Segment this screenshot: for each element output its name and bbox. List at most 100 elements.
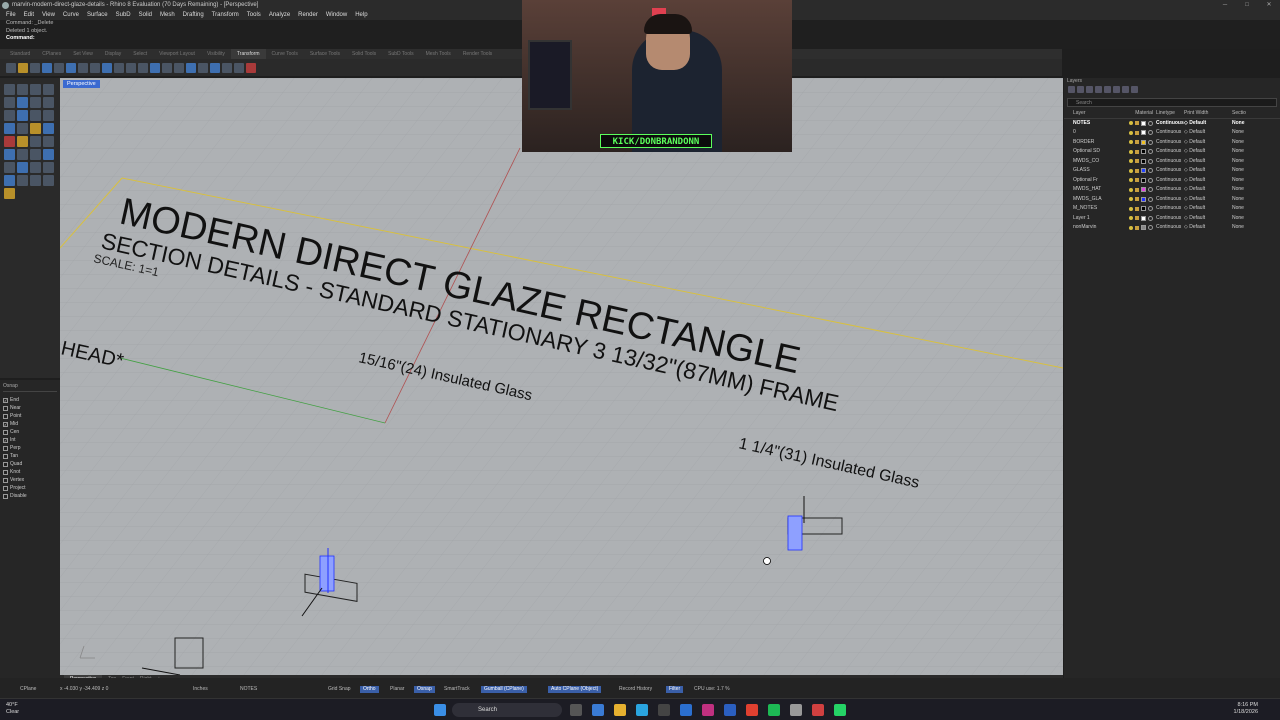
- material-icon[interactable]: [1148, 215, 1153, 221]
- menu-help[interactable]: Help: [355, 11, 367, 20]
- lightbulb-icon[interactable]: [1129, 149, 1133, 154]
- tab-select[interactable]: Select: [127, 49, 153, 59]
- close-icon[interactable]: ✕: [1258, 0, 1280, 11]
- task-view-icon[interactable]: [570, 704, 582, 716]
- file-explorer-icon[interactable]: [614, 704, 626, 716]
- tab-subd-tools[interactable]: SubD Tools: [382, 49, 419, 59]
- layer-color-swatch[interactable]: [1141, 177, 1146, 183]
- layer-name[interactable]: M_NOTES: [1064, 204, 1110, 214]
- layer-section[interactable]: None: [1232, 176, 1280, 186]
- tab-transform[interactable]: Transform: [230, 49, 266, 59]
- project-icon[interactable]: [186, 62, 196, 73]
- curve-icon[interactable]: [43, 84, 54, 95]
- planar-toggle[interactable]: Planar: [390, 686, 404, 693]
- chrome-icon[interactable]: [746, 704, 758, 716]
- tab-surface-tools[interactable]: Surface Tools: [304, 49, 346, 59]
- trim-icon[interactable]: [30, 136, 41, 147]
- lightbulb-icon[interactable]: [1129, 121, 1133, 126]
- new-layer-icon[interactable]: [1068, 86, 1075, 93]
- tab-solid-tools[interactable]: Solid Tools: [346, 49, 382, 59]
- layer-section[interactable]: None: [1232, 214, 1280, 224]
- layer-section[interactable]: None: [1232, 204, 1280, 214]
- osnap-mid[interactable]: ✓ Mid: [3, 420, 57, 428]
- layer-color-swatch[interactable]: [1141, 158, 1146, 164]
- word-icon[interactable]: [724, 704, 736, 716]
- checkbox[interactable]: [3, 445, 8, 451]
- layer-color-swatch[interactable]: [1141, 187, 1146, 193]
- help-icon[interactable]: [1131, 86, 1138, 93]
- gumball-toggle[interactable]: Gumball (CPlane): [481, 686, 527, 693]
- lock-icon[interactable]: [1135, 197, 1139, 202]
- menu-file[interactable]: File: [6, 11, 16, 20]
- new-sublayer-icon[interactable]: [1077, 86, 1084, 93]
- layer-color-swatch[interactable]: [1141, 168, 1146, 174]
- material-icon[interactable]: [1148, 196, 1153, 202]
- lightbulb-icon[interactable]: [1129, 197, 1133, 202]
- tab-viewport-layout[interactable]: Viewport Layout: [153, 49, 201, 59]
- system-clock[interactable]: 8:16 PM 1/18/2026: [1234, 702, 1258, 716]
- viewport-canvas[interactable]: MODERN DIRECT GLAZE RECTANGLE SECTION DE…: [60, 78, 1063, 675]
- arc-icon[interactable]: [30, 97, 41, 108]
- layer-row[interactable]: Layer 1 Continuous ◇ Default None: [1064, 214, 1280, 224]
- lock-icon[interactable]: [1135, 168, 1139, 173]
- freeform-icon[interactable]: [17, 110, 28, 121]
- layer-linetype[interactable]: Continuous: [1156, 128, 1184, 138]
- menu-surface[interactable]: Surface: [87, 11, 108, 20]
- osnap-point[interactable]: Point: [3, 412, 57, 420]
- osnap-project[interactable]: Project: [3, 484, 57, 492]
- layer-row[interactable]: BORDER Continuous ◇ Default None: [1064, 138, 1280, 148]
- units-label[interactable]: Inches: [193, 686, 208, 693]
- checkbox[interactable]: ✓: [3, 437, 8, 443]
- record-history-toggle[interactable]: Record History: [619, 686, 652, 693]
- move-icon[interactable]: [18, 62, 28, 73]
- menu-view[interactable]: View: [42, 11, 55, 20]
- osnap-vertex[interactable]: Vertex: [3, 476, 57, 484]
- osnap-perp[interactable]: Perp: [3, 444, 57, 452]
- rotate-icon[interactable]: [42, 62, 52, 73]
- offset-icon[interactable]: [30, 110, 41, 121]
- menu-analyze[interactable]: Analyze: [269, 11, 290, 20]
- filter-toggle[interactable]: Filter: [666, 686, 684, 693]
- material-icon[interactable]: [1148, 187, 1153, 193]
- layer-color-swatch[interactable]: [1141, 225, 1146, 231]
- grid-snap-toggle[interactable]: Grid Snap: [328, 686, 351, 693]
- group-icon[interactable]: [30, 149, 41, 160]
- layer-row[interactable]: MWDS_HAT Continuous ◇ Default None: [1064, 185, 1280, 195]
- checkbox[interactable]: ✓: [3, 421, 8, 427]
- lock-icon[interactable]: [1135, 225, 1139, 230]
- lock-icon[interactable]: [1135, 130, 1139, 135]
- text-icon[interactable]: [30, 162, 41, 173]
- layers-search-input[interactable]: Search: [1067, 98, 1277, 107]
- obs-icon[interactable]: [812, 704, 824, 716]
- layer-linetype[interactable]: Continuous: [1156, 119, 1184, 129]
- perspective-viewport[interactable]: MODERN DIRECT GLAZE RECTANGLE SECTION DE…: [60, 78, 1063, 675]
- col-section[interactable]: Sectio: [1232, 109, 1280, 118]
- col-layer[interactable]: Layer: [1064, 109, 1110, 118]
- checkbox[interactable]: [3, 405, 8, 411]
- material-icon[interactable]: [1148, 225, 1153, 231]
- lightbulb-icon[interactable]: [1129, 130, 1133, 135]
- material-icon[interactable]: [1148, 130, 1153, 136]
- checkbox[interactable]: [3, 485, 8, 491]
- render-icon[interactable]: [30, 175, 41, 186]
- tab-render-tools[interactable]: Render Tools: [457, 49, 498, 59]
- select-arrow-icon[interactable]: [6, 62, 16, 73]
- tab-mesh-tools[interactable]: Mesh Tools: [420, 49, 457, 59]
- lock-icon[interactable]: [1135, 187, 1139, 192]
- menu-mesh[interactable]: Mesh: [160, 11, 175, 20]
- flow-icon[interactable]: [138, 62, 148, 73]
- col-linetype[interactable]: Linetype: [1156, 109, 1184, 118]
- layer-linetype[interactable]: Continuous: [1156, 223, 1184, 233]
- material-icon[interactable]: [1148, 168, 1153, 174]
- menu-solid[interactable]: Solid: [139, 11, 152, 20]
- layer-print-width[interactable]: ◇ Default: [1184, 223, 1232, 233]
- tab-display[interactable]: Display: [99, 49, 127, 59]
- layer-section[interactable]: None: [1232, 147, 1280, 157]
- osnap-end[interactable]: ✓ End: [3, 396, 57, 404]
- move-down-icon[interactable]: [1104, 86, 1111, 93]
- layer-color-swatch[interactable]: [1141, 206, 1146, 212]
- lightbulb-icon[interactable]: [1129, 159, 1133, 164]
- layer-section[interactable]: None: [1232, 128, 1280, 138]
- circle-icon[interactable]: [4, 97, 15, 108]
- lightbulb-icon[interactable]: [1129, 187, 1133, 192]
